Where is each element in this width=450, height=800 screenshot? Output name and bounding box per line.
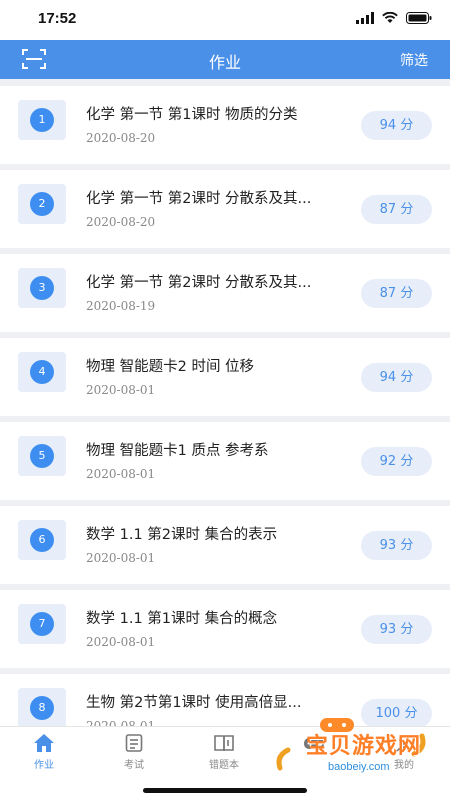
list-item[interactable]: 2 化学 第一节 第2课时 分散系及其... 2020-08-20 87 分 — [0, 170, 450, 248]
homework-list: 1 化学 第一节 第1课时 物质的分类 2020-08-20 94 分 2 化学… — [0, 86, 450, 726]
item-number: 8 — [30, 696, 54, 720]
item-title: 化学 第一节 第1课时 物质的分类 — [86, 107, 298, 123]
item-title: 物理 智能题卡2 时间 位移 — [86, 359, 255, 375]
home-icon — [34, 734, 54, 752]
status-icons — [356, 12, 432, 24]
list-item[interactable]: 6 数学 1.1 第2课时 集合的表示 2020-08-01 93 分 — [0, 506, 450, 584]
item-number-badge: 4 — [18, 352, 66, 392]
home-indicator — [143, 788, 307, 793]
battery-icon — [406, 12, 432, 24]
tab-label: 作业 — [34, 760, 54, 771]
item-date: 2020-08-01 — [86, 635, 156, 649]
nav-bar: 作业 筛选 — [0, 40, 450, 79]
item-date: 2020-08-19 — [86, 299, 156, 313]
item-title: 生物 第2节第1课时 使用高倍显... — [86, 695, 302, 711]
item-title: 化学 第一节 第2课时 分散系及其... — [86, 191, 312, 207]
score-badge: 87 分 — [361, 279, 432, 308]
item-date: 2020-08-01 — [86, 551, 156, 565]
score-badge: 92 分 — [361, 447, 432, 476]
page-title: 作业 — [208, 53, 241, 72]
tab-exam[interactable]: 考试 — [104, 733, 164, 771]
list-item[interactable]: 1 化学 第一节 第1课时 物质的分类 2020-08-20 94 分 — [0, 86, 450, 164]
list-item[interactable]: 5 物理 智能题卡1 质点 参考系 2020-08-01 92 分 — [0, 422, 450, 500]
item-date: 2020-08-01 — [86, 467, 156, 481]
wifi-icon — [382, 12, 398, 23]
item-number: 2 — [30, 192, 54, 216]
item-number: 5 — [30, 444, 54, 468]
item-date: 2020-08-01 — [86, 719, 156, 726]
item-date: 2020-08-20 — [86, 215, 156, 229]
item-title: 物理 智能题卡1 质点 参考系 — [86, 443, 269, 459]
item-number: 4 — [30, 360, 54, 384]
item-date: 2020-08-01 — [86, 383, 156, 397]
item-number-badge: 3 — [18, 268, 66, 308]
item-number-badge: 8 — [18, 688, 66, 726]
item-number-badge: 5 — [18, 436, 66, 476]
tab-label: 错题本 — [209, 760, 239, 771]
filter-button[interactable]: 筛选 — [400, 50, 428, 70]
item-number: 6 — [30, 528, 54, 552]
item-number-badge: 6 — [18, 520, 66, 560]
score-badge: 93 分 — [361, 615, 432, 644]
item-number: 3 — [30, 276, 54, 300]
item-number: 1 — [30, 108, 54, 132]
score-badge: 93 分 — [361, 531, 432, 560]
exam-icon — [125, 734, 143, 752]
item-title: 数学 1.1 第1课时 集合的概念 — [86, 611, 278, 627]
score-badge: 94 分 — [361, 363, 432, 392]
item-number-badge: 7 — [18, 604, 66, 644]
watermark-logo: 宝贝游戏网 baobeiy.com — [276, 716, 426, 788]
score-badge: 94 分 — [361, 111, 432, 140]
watermark-text: 宝贝游戏网 — [306, 734, 422, 759]
item-title: 化学 第一节 第2课时 分散系及其... — [86, 275, 312, 291]
signal-icon — [356, 12, 374, 24]
item-number-badge: 1 — [18, 100, 66, 140]
item-number: 7 — [30, 612, 54, 636]
item-number-badge: 2 — [18, 184, 66, 224]
list-item[interactable]: 4 物理 智能题卡2 时间 位移 2020-08-01 94 分 — [0, 338, 450, 416]
item-title: 数学 1.1 第2课时 集合的表示 — [86, 527, 278, 543]
list-item[interactable]: 3 化学 第一节 第2课时 分散系及其... 2020-08-19 87 分 — [0, 254, 450, 332]
list-item[interactable]: 7 数学 1.1 第1课时 集合的概念 2020-08-01 93 分 — [0, 590, 450, 668]
item-date: 2020-08-20 — [86, 131, 156, 145]
status-bar: 17:52 — [0, 0, 450, 40]
watermark-url: baobeiy.com — [328, 761, 390, 773]
tab-homework[interactable]: 作业 — [14, 733, 74, 771]
status-time: 17:52 — [38, 10, 77, 27]
tab-mistakes[interactable]: 错题本 — [194, 733, 254, 771]
notebook-icon — [214, 735, 234, 752]
score-badge: 87 分 — [361, 195, 432, 224]
tab-label: 考试 — [124, 760, 144, 771]
